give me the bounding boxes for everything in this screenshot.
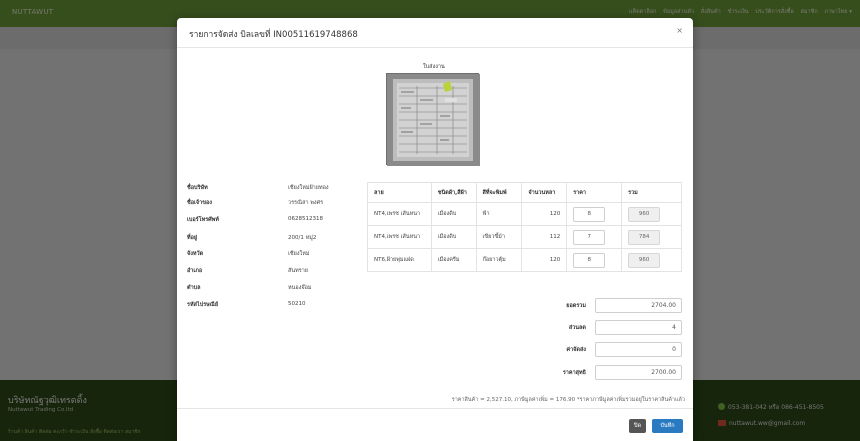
close-button[interactable]: ปิด: [629, 419, 646, 433]
postcode-value: 50210: [288, 301, 306, 307]
subdistrict-label: ตำบล: [187, 285, 201, 291]
row-total-field: 784: [628, 229, 661, 245]
cell-yards: 112: [521, 225, 568, 249]
modal-header: รายการจัดส่ง บิลเลขที่ IN00511619748868 …: [177, 18, 693, 48]
discount-label: ส่วนลด: [568, 325, 586, 331]
table-header-row: ลาย ชนิดผ้า,สีผ้า สีที่จะพิมพ์ จำนวนหลา …: [367, 182, 682, 203]
modal-footer: ปิด บันทึก: [177, 408, 693, 441]
district-label: อำเภอ: [187, 268, 203, 274]
row-total-field: 960: [628, 206, 661, 222]
subtotal-field: 2704.00: [595, 298, 682, 313]
cell-price: 8: [566, 202, 623, 226]
company-value: เชียงใหม่ฝ้ายทอง: [288, 185, 329, 191]
table-row: NT6,ฝ้ายพุ่มแฝด เมืองครีม ก๊อยาวตุ้ม 120…: [367, 248, 682, 272]
close-icon[interactable]: ×: [676, 26, 683, 35]
cell-fabric: เมืองดิบ: [430, 202, 477, 226]
province-label: จังหวัด: [187, 251, 204, 257]
subdistrict-value: หนองจ๊อม: [288, 285, 312, 291]
cell-print-color: ก๊อยาวตุ้ม: [475, 248, 523, 272]
subtotal-label: ยอดรวม: [566, 303, 586, 309]
price-input[interactable]: 8: [573, 206, 606, 222]
cell-total: 960: [621, 248, 682, 272]
modal-title: รายการจัดส่ง บิลเลขที่ IN00511619748868: [189, 30, 358, 40]
cell-total: 784: [621, 225, 682, 249]
postcode-label: รหัสไปรษณีย์: [187, 302, 219, 308]
col-fabric: ชนิดผ้า,สีผ้า: [430, 182, 477, 203]
price-input[interactable]: 8: [573, 252, 606, 268]
order-items-table: ลาย ชนิดผ้า,สีผ้า สีที่จะพิมพ์ จำนวนหลา …: [367, 182, 682, 272]
shipping-label: ค่าจัดส่ง: [566, 347, 586, 353]
col-pattern: ลาย: [367, 182, 432, 203]
province-value: เชียงใหม่: [288, 251, 310, 257]
cell-price: 7: [566, 225, 623, 249]
document-photo: [387, 74, 480, 166]
cell-pattern: NT4,เพรช เส้นหนา: [367, 225, 432, 249]
col-print-color: สีที่จะพิมพ์: [475, 182, 523, 203]
company-label: ชื่อบริษัท: [187, 185, 208, 191]
cell-price: 8: [566, 248, 623, 272]
owner-value: วรรณิสา พงศร: [288, 200, 324, 206]
col-total: รวม: [621, 182, 682, 203]
cell-pattern: NT4,เพรช เส้นหนา: [367, 202, 432, 226]
delivery-document-image[interactable]: [386, 73, 480, 166]
image-label: ใบส่งงาน: [423, 64, 445, 70]
cell-pattern: NT6,ฝ้ายพุ่มแฝด: [367, 248, 432, 272]
district-value: สันทราย: [288, 268, 309, 274]
cell-fabric: เมืองครีม: [430, 248, 477, 272]
shipping-input[interactable]: 0: [595, 342, 682, 357]
cell-yards: 120: [521, 202, 568, 226]
table-row: NT4,เพรช เส้นหนา เมืองดิบ ฟ้า 120 8 960: [367, 202, 682, 226]
discount-input[interactable]: 4: [595, 320, 682, 335]
phone-value: 0628512318: [288, 216, 323, 222]
col-price: ราคา: [566, 182, 623, 203]
cell-fabric: เมืองดิบ: [430, 225, 477, 249]
price-input[interactable]: 7: [573, 229, 606, 245]
save-button[interactable]: บันทึก: [652, 419, 683, 433]
cell-print-color: ฟ้า: [475, 202, 523, 226]
cell-yards: 120: [521, 248, 568, 272]
col-yards: จำนวนหลา: [521, 182, 568, 203]
vat-note: ราคาสินค้า = 2,527.10, ภาษีมูลค่าเพิ่ม =…: [451, 397, 685, 403]
net-price-label: ราคาสุทธิ: [562, 370, 586, 376]
net-price-field: 2700.00: [595, 365, 682, 380]
phone-label: เบอร์โทรศัพท์: [187, 217, 219, 223]
address-label: ที่อยู่: [187, 235, 198, 241]
owner-label: ชื่อเจ้าของ: [187, 200, 212, 206]
cell-print-color: เขียวขี้ม้า: [475, 225, 523, 249]
address-value: 200/1 หมู่2: [288, 235, 317, 241]
delivery-modal: รายการจัดส่ง บิลเลขที่ IN00511619748868 …: [177, 18, 693, 441]
row-total-field: 960: [628, 252, 661, 268]
cell-total: 960: [621, 202, 682, 226]
table-row: NT4,เพรช เส้นหนา เมืองดิบ เขียวขี้ม้า 11…: [367, 225, 682, 249]
